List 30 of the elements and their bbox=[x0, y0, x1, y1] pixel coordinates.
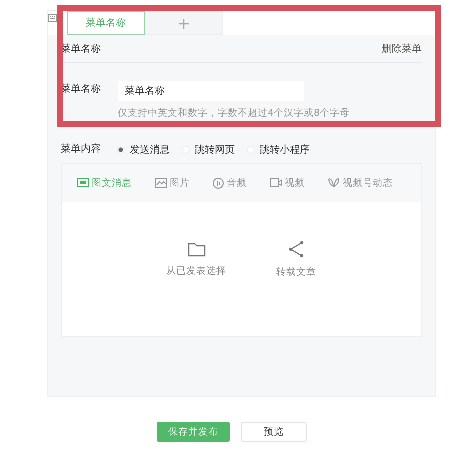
menu-tab[interactable]: 菜单名称 bbox=[67, 11, 145, 35]
add-menu-tab[interactable]: + bbox=[145, 11, 223, 35]
share-icon bbox=[289, 241, 304, 258]
message-type-tab[interactable]: 图文消息 bbox=[77, 176, 132, 190]
message-type-tab[interactable]: 音频 bbox=[213, 176, 247, 190]
keyboard-icon bbox=[48, 14, 57, 22]
preview-button[interactable]: 预览 bbox=[241, 422, 307, 442]
radio-label: 跳转小程序 bbox=[260, 144, 310, 157]
radio-icon[interactable] bbox=[117, 146, 125, 154]
radio-option[interactable]: 跳转小程序 bbox=[247, 143, 310, 157]
content-label: 菜单内容 bbox=[61, 142, 101, 157]
delete-menu-link[interactable]: 删除菜单 bbox=[382, 42, 422, 56]
message-type-tab[interactable]: 图片 bbox=[155, 176, 190, 190]
image-icon bbox=[155, 178, 167, 188]
field-hint: 仅支持中英文和数字，字数不超过4个汉字或8个字母 bbox=[118, 107, 350, 120]
screen-icon bbox=[77, 178, 89, 188]
folder-icon bbox=[188, 242, 206, 257]
action-item[interactable]: 从已发表选择 bbox=[166, 242, 226, 278]
publish-button[interactable]: 保存并发布 bbox=[157, 422, 230, 442]
message-type-tab[interactable]: 视频号动态 bbox=[328, 176, 393, 190]
radio-option[interactable]: 发送消息 bbox=[117, 143, 170, 157]
radio-label: 发送消息 bbox=[130, 144, 170, 157]
radio-option[interactable]: 跳转网页 bbox=[182, 143, 235, 157]
menu-name-field[interactable]: 菜单名称 bbox=[118, 81, 304, 101]
action-item[interactable]: 转载文章 bbox=[276, 241, 316, 279]
video-icon bbox=[270, 178, 282, 188]
message-type-tab[interactable]: 视频 bbox=[270, 176, 305, 190]
butterfly-icon bbox=[328, 178, 340, 188]
radio-label: 跳转网页 bbox=[195, 144, 235, 157]
audio-icon bbox=[213, 178, 224, 188]
